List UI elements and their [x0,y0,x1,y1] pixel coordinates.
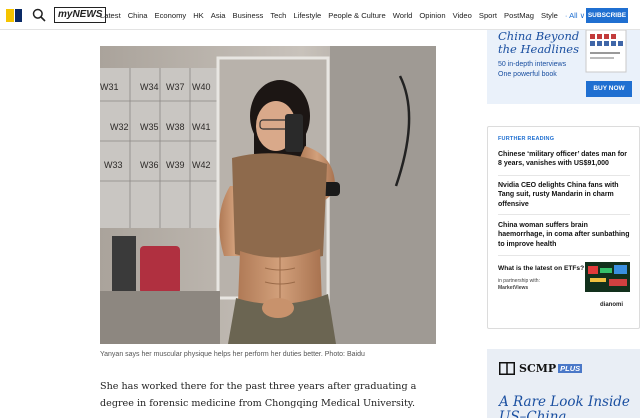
scmp-logo[interactable] [6,9,22,22]
nav-link-latest[interactable]: Latest [100,11,121,20]
nav-link-postmag[interactable]: PostMag [504,11,534,20]
promo-subtitle: 50 in-depth interviews One powerful book [498,61,567,78]
locker-label: W32 [110,122,129,132]
nav-link-style[interactable]: Style [541,11,558,20]
subscribe-button[interactable]: SUBSCRIBE [586,8,628,23]
search-icon[interactable] [32,8,46,22]
divider [498,175,630,176]
nav-link-people-culture[interactable]: People & Culture [328,11,385,20]
section-nav: Latest China Economy HK Asia Business Te… [100,0,592,30]
locker-label: W33 [104,160,123,170]
nav-link-sport[interactable]: Sport [479,11,497,20]
nav-link-hk[interactable]: HK [193,11,204,20]
nav-link-china[interactable]: China [128,11,148,20]
further-reading-heading: FURTHER READING [498,136,555,142]
divider [498,255,630,256]
nav-link-business[interactable]: Business [233,11,264,20]
article-paragraph: She has worked there for the past three … [100,381,417,409]
further-reading-item[interactable]: China woman suffers brain haemorrhage, i… [498,221,630,249]
locker-label: W36 [140,160,159,170]
photo-caption: Yanyan says her muscular physique helps … [100,351,365,358]
logo-navy-block [15,9,22,22]
book-icon [499,362,515,375]
nav-link-economy[interactable]: Economy [155,11,187,20]
nav-link-opinion[interactable]: Opinion [419,11,445,20]
sponsored-image[interactable] [585,262,630,292]
divider [498,214,630,215]
locker-label: W41 [192,122,211,132]
logo-yellow-block [6,9,14,22]
article-photo: W31 W34 W37 W40 W32 W35 W38 W41 W33 W36 … [100,46,436,344]
further-reading-panel: FURTHER READING Chinese ‘military office… [487,126,640,329]
locker-label: W35 [140,122,159,132]
locker-label: W38 [166,122,185,132]
nav-link-asia[interactable]: Asia [211,11,226,20]
promo-title: China Beyond the Headlines [498,29,580,56]
locker-label: W37 [166,82,185,92]
book-cover-image [585,30,627,73]
nav-link-lifestyle[interactable]: Lifestyle [293,11,321,20]
nav-all-dropdown[interactable]: · All ∨ [565,11,585,20]
dianomi-logo[interactable]: dianomi [600,302,623,308]
sponsored-title[interactable]: What is the latest on ETFs? [498,265,584,272]
mynews-button[interactable]: myNEWS [54,7,107,23]
locker-label: W31 [100,82,119,92]
plus-headline: A Rare Look Inside US–China [499,394,630,418]
locker-label: W39 [166,160,185,170]
mirror-selfie-illustration: W31 W34 W37 W40 W32 W35 W38 W41 W33 W36 … [100,46,436,344]
nav-link-tech[interactable]: Tech [270,11,286,20]
sponsor-partner: in partnership with: MarketViews [498,278,540,291]
further-reading-item[interactable]: Nvidia CEO delights China fans with Tang… [498,181,630,209]
locker-label: W40 [192,82,211,92]
locker-label: W42 [192,160,211,170]
further-reading-item[interactable]: Chinese ‘military officer’ dates man for… [498,150,630,169]
nav-link-world[interactable]: World [393,11,413,20]
scmp-plus-promo[interactable]: SCMP PLUS A Rare Look Inside US–China [487,349,640,418]
buy-now-button[interactable]: BUY NOW [586,81,632,97]
top-navigation-bar: myNEWS Latest China Economy HK Asia Busi… [0,0,640,30]
nav-link-video[interactable]: Video [453,11,472,20]
scmp-plus-logo: SCMP PLUS [499,362,583,375]
locker-label: W34 [140,82,159,92]
